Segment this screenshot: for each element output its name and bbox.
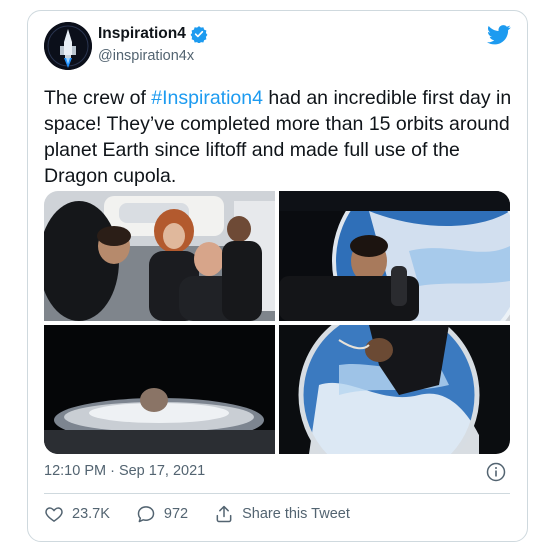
verified-badge-icon [190, 26, 208, 43]
photo-dark-cabin[interactable] [44, 325, 275, 454]
tweet-text-start: The crew of [44, 87, 152, 109]
photo-window-view[interactable] [279, 191, 510, 321]
heart-icon [45, 507, 63, 522]
share-button[interactable]: Share this Tweet [214, 504, 350, 524]
tweet-timestamp[interactable]: 12:10 PM · Sep 17, 2021 [44, 463, 205, 479]
info-icon[interactable] [486, 462, 506, 482]
tweet-text: The crew of #Inspiration4 had an incredi… [44, 85, 514, 189]
display-name[interactable]: Inspiration4 [98, 25, 208, 43]
avatar[interactable] [44, 22, 92, 70]
hashtag-link[interactable]: #Inspiration4 [151, 87, 263, 109]
like-button[interactable]: 23.7K [44, 504, 110, 524]
photo-grid [44, 191, 510, 454]
tweet-actions: 23.7K 972 Share this Tweet [44, 503, 376, 525]
like-count: 23.7K [72, 506, 110, 522]
share-label: Share this Tweet [242, 506, 350, 522]
user-handle[interactable]: @inspiration4x [98, 48, 194, 64]
reply-button[interactable]: 972 [136, 504, 188, 524]
reply-count: 972 [163, 506, 189, 522]
photo-cupola-earth[interactable] [279, 325, 510, 454]
display-name-text[interactable]: Inspiration4 [98, 25, 186, 43]
divider [44, 493, 510, 494]
reply-icon [137, 506, 155, 523]
photo-crew-cabin[interactable] [44, 191, 275, 321]
share-icon [216, 505, 232, 523]
twitter-bird-icon[interactable] [487, 25, 511, 45]
